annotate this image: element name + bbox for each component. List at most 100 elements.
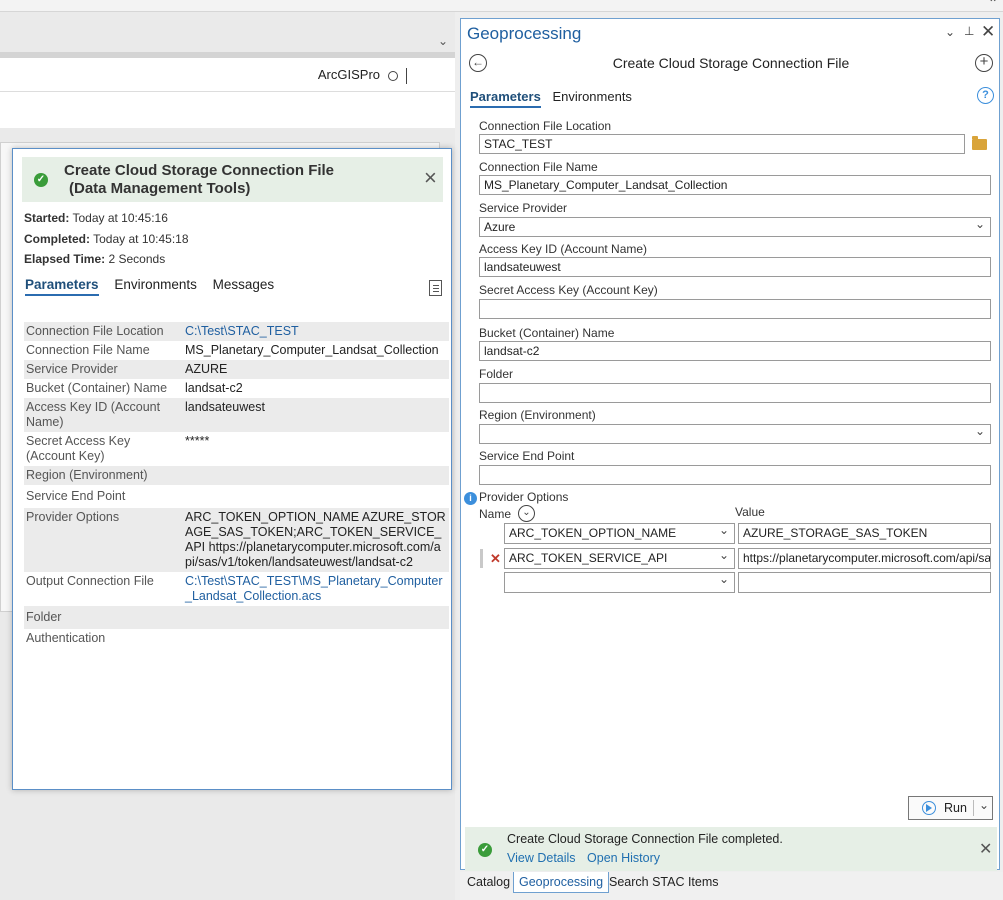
chevron-down-icon[interactable]: ⌄ bbox=[438, 34, 448, 48]
tool-title: Create Cloud Storage Connection File bbox=[612, 55, 850, 71]
tab-geoprocessing[interactable]: Geoprocessing bbox=[513, 872, 610, 893]
table-row: Connection File Name MS_Planetary_Compute… bbox=[24, 341, 449, 360]
run-button[interactable]: Run ⌄ bbox=[908, 796, 993, 820]
table-row: Connection File Location C:\Test\STAC_TES… bbox=[24, 322, 449, 341]
tab-environments[interactable]: Environments bbox=[552, 89, 631, 104]
param-value: landsateuwest bbox=[185, 400, 265, 414]
background-subheader bbox=[0, 92, 455, 128]
table-row: Region (Environment) bbox=[24, 466, 449, 485]
table-row: Authentication bbox=[24, 629, 449, 648]
gp-tabs: Parameters Environments bbox=[470, 89, 640, 108]
chevron-up-icon[interactable]: ⌃ bbox=[988, 0, 998, 10]
tab-catalog[interactable]: Catalog bbox=[462, 872, 515, 893]
param-value bbox=[185, 489, 447, 504]
check-circle-icon: ✓ bbox=[478, 843, 492, 857]
plus-circle-icon[interactable]: + bbox=[975, 54, 993, 72]
help-icon[interactable]: ? bbox=[977, 87, 994, 104]
table-row: Secret Access Key (Account Key) ***** bbox=[24, 432, 449, 466]
param-value: landsat-c2 bbox=[185, 381, 243, 395]
open-history-link[interactable]: Open History bbox=[587, 851, 660, 865]
elapsed-line: Elapsed Time: 2 Seconds bbox=[24, 252, 165, 266]
table-row: Service End Point bbox=[24, 485, 449, 508]
region-label: Region (Environment) bbox=[479, 408, 596, 422]
app-label: ArcGISPro bbox=[317, 67, 380, 82]
table-row: Bucket (Container) Name landsat-c2 bbox=[24, 379, 449, 398]
chevron-down-icon[interactable]: ⌄ bbox=[945, 25, 955, 39]
param-key: Folder bbox=[26, 610, 62, 624]
status-circle-icon bbox=[388, 70, 398, 81]
access-key-field[interactable]: landsateuwest bbox=[479, 257, 991, 277]
option-value-field[interactable]: AZURE_STORAGE_SAS_TOKEN bbox=[738, 523, 991, 544]
param-key: Connection File Name bbox=[26, 343, 150, 357]
bucket-field[interactable]: landsat-c2 bbox=[479, 341, 991, 361]
status-banner: ✓ Create Cloud Storage Connection File c… bbox=[465, 827, 997, 871]
location-field[interactable]: STAC_TEST bbox=[479, 134, 965, 154]
param-key: Region (Environment) bbox=[26, 468, 148, 482]
tab-parameters[interactable]: Parameters bbox=[25, 277, 99, 296]
background-header: ArcGISPro bbox=[0, 58, 455, 92]
status-links: View Details Open History bbox=[507, 851, 668, 865]
started-line: Started: Today at 10:45:16 bbox=[24, 211, 168, 225]
pin-icon[interactable]: ⊥ bbox=[964, 24, 974, 38]
option-name-select[interactable]: ARC_TOKEN_OPTION_NAME bbox=[504, 523, 735, 544]
x-icon[interactable]: ✕ bbox=[490, 551, 501, 567]
location-label: Connection File Location bbox=[479, 119, 612, 133]
param-key: Secret Access Key (Account Key) bbox=[26, 434, 131, 463]
file-name-field[interactable]: MS_Planetary_Computer_Landsat_Collection bbox=[479, 175, 991, 195]
tab-parameters[interactable]: Parameters bbox=[470, 89, 541, 108]
table-row: Output Connection File C:\Test\STAC_TEST\… bbox=[24, 572, 449, 606]
table-row: Provider Options ARC_TOKEN_OPTION_NAME AZ… bbox=[24, 508, 449, 572]
close-icon[interactable]: × bbox=[424, 167, 437, 189]
tool-result-popup: ✓ Create Cloud Storage Connection File (… bbox=[12, 148, 452, 790]
provider-select[interactable]: Azure bbox=[479, 217, 991, 237]
provider-options-label: Provider Options bbox=[479, 490, 569, 504]
secret-key-field[interactable] bbox=[479, 299, 991, 319]
close-icon[interactable]: ✕ bbox=[979, 839, 992, 859]
region-select[interactable] bbox=[479, 424, 991, 444]
name-column-header: Name bbox=[479, 507, 512, 521]
tab-environments[interactable]: Environments bbox=[114, 277, 197, 292]
chevron-down-icon[interactable]: ⌄ bbox=[518, 505, 535, 522]
table-row: Folder bbox=[24, 606, 449, 629]
folder-field[interactable] bbox=[479, 383, 991, 403]
arcgis-label: ArcGISPro bbox=[318, 58, 407, 92]
elapsed-label: Elapsed Time: bbox=[24, 252, 106, 266]
param-value bbox=[185, 610, 447, 625]
param-key: Connection File Location bbox=[26, 324, 164, 338]
param-value bbox=[185, 631, 447, 646]
param-value-link[interactable]: C:\Test\STAC_TEST bbox=[185, 324, 447, 339]
param-key: Provider Options bbox=[26, 510, 120, 524]
secret-key-label: Secret Access Key (Account Key) bbox=[479, 283, 658, 297]
param-value-link[interactable]: C:\Test\STAC_TEST\MS_Planetary_Computer_… bbox=[185, 574, 447, 604]
completed-line: Completed: Today at 10:45:18 bbox=[24, 232, 189, 246]
endpoint-field[interactable] bbox=[479, 465, 991, 485]
popup-title-line1: Create Cloud Storage Connection File bbox=[64, 162, 335, 179]
table-row: Access Key ID (Account Name) landsateuwes… bbox=[24, 398, 449, 432]
started-value: Today at 10:45:16 bbox=[72, 211, 168, 225]
option-value-field[interactable]: https://planetarycomputer.microsoft.com/… bbox=[738, 548, 991, 569]
status-message: Create Cloud Storage Connection File com… bbox=[507, 832, 783, 846]
play-icon bbox=[922, 801, 936, 815]
geoprocessing-pane: Geoprocessing ⌄ ⊥ ✕ ← Create Cloud Stora… bbox=[460, 18, 1000, 871]
view-details-link[interactable]: View Details bbox=[507, 851, 576, 865]
popup-title-line2: (Data Management Tools) bbox=[69, 180, 251, 197]
tab-search-stac-items[interactable]: Search STAC Items bbox=[604, 872, 724, 893]
param-key: Bucket (Container) Name bbox=[26, 381, 168, 395]
bottom-tab-bar: Catalog Geoprocessing Search STAC Items bbox=[460, 872, 1003, 900]
param-key: Authentication bbox=[26, 631, 106, 645]
param-value: MS_Planetary_Computer_Landsat_Collection bbox=[185, 343, 439, 357]
close-icon[interactable]: ✕ bbox=[981, 22, 995, 42]
param-value: ***** bbox=[185, 434, 210, 448]
chevron-down-icon[interactable]: ⌄ bbox=[979, 794, 989, 816]
popup-tabs: Parameters Environments Messages bbox=[25, 277, 286, 296]
run-label: Run bbox=[944, 801, 967, 815]
option-name-select[interactable]: ARC_TOKEN_SERVICE_API bbox=[504, 548, 735, 569]
provider-label: Service Provider bbox=[479, 201, 568, 215]
option-name-select[interactable] bbox=[504, 572, 735, 593]
row-drag-handle[interactable] bbox=[480, 549, 483, 568]
copy-icon[interactable] bbox=[429, 280, 442, 296]
folder-icon[interactable] bbox=[972, 136, 987, 150]
tab-messages[interactable]: Messages bbox=[213, 277, 275, 292]
option-value-field[interactable] bbox=[738, 572, 991, 593]
elapsed-value: 2 Seconds bbox=[108, 252, 166, 266]
